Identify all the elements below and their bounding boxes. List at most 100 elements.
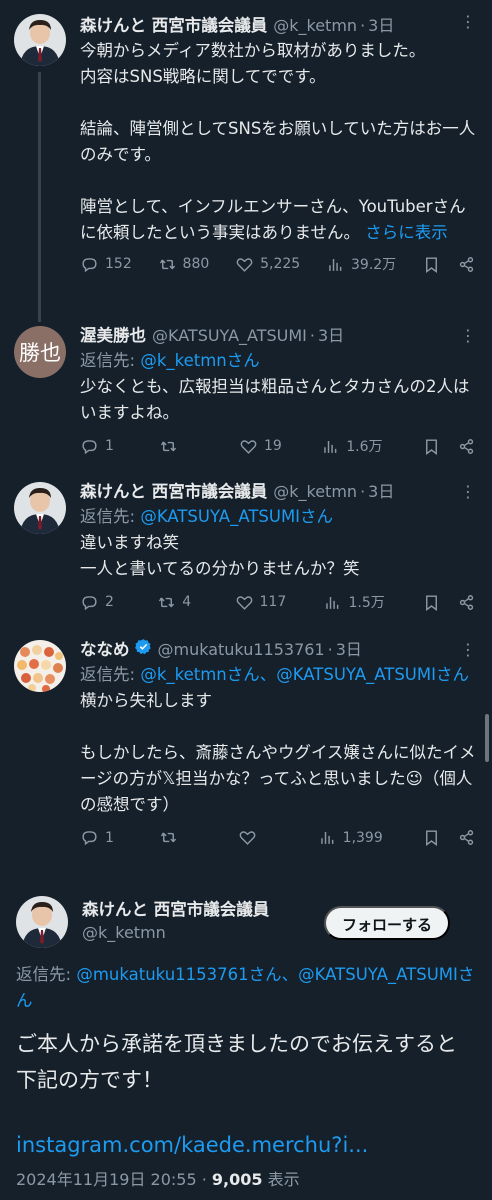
- retweet-count: 4: [182, 594, 192, 610]
- bookmark-icon[interactable]: [422, 828, 441, 847]
- display-name[interactable]: 森けんと 西宮市議会議員: [80, 14, 267, 38]
- views-button[interactable]: 1.6万: [321, 436, 383, 456]
- retweet-icon: [161, 832, 177, 843]
- reply-icon: [82, 831, 97, 846]
- handle[interactable]: @k_ketmn: [273, 480, 357, 504]
- timestamp[interactable]: 3日: [336, 638, 362, 662]
- action-right: [422, 437, 476, 456]
- timestamp[interactable]: 3日: [368, 480, 394, 504]
- views-icon: [326, 596, 339, 609]
- reply-icon: [82, 257, 97, 272]
- tweet[interactable]: 勝也 ⋮ 渥美勝也 @KATSUYA_ATSUMI · 3日 返信先: @k_k…: [0, 316, 492, 474]
- reply-count: 1: [105, 438, 114, 454]
- avatar[interactable]: 勝也: [14, 326, 66, 378]
- like-button[interactable]: 117: [235, 593, 286, 612]
- handle[interactable]: @mukatuku1153761: [158, 638, 325, 662]
- retweet-count: 880: [182, 256, 210, 272]
- tweet-header: 森けんと 西宮市議会議員 @k_ketmn · 3日: [80, 14, 476, 38]
- tweet-text: 違いますね笑 一人と書いてるの分かりませんか？笑: [80, 533, 360, 578]
- views-icon: [320, 831, 334, 844]
- views-count: 1,399: [342, 829, 383, 846]
- more-icon[interactable]: ⋮: [460, 328, 476, 344]
- reply-button[interactable]: 1: [80, 437, 120, 456]
- reply-to-mention[interactable]: @KATSUYA_ATSUMIさん: [140, 507, 333, 526]
- views-icon: [324, 440, 337, 453]
- view-count: 9,005: [211, 1170, 263, 1189]
- follow-button[interactable]: フォローする: [323, 906, 450, 940]
- more-icon[interactable]: ⋮: [460, 642, 476, 658]
- like-icon: [236, 257, 253, 272]
- bookmark-icon[interactable]: [422, 255, 441, 274]
- more-icon[interactable]: ⋮: [460, 484, 476, 500]
- reply-prefix: 返信先:: [16, 965, 77, 984]
- like-button[interactable]: 5,225: [235, 255, 300, 274]
- bookmark-icon[interactable]: [422, 437, 441, 456]
- share-icon[interactable]: [457, 593, 476, 612]
- like-button[interactable]: 19: [239, 437, 282, 456]
- action-right: [422, 828, 476, 847]
- share-icon[interactable]: [457, 828, 476, 847]
- views-button[interactable]: 1.5万: [323, 592, 385, 612]
- avatar[interactable]: [14, 640, 66, 692]
- separator-dot: ·: [360, 16, 366, 35]
- action-bar: 1 1,399: [80, 828, 476, 847]
- like-icon: [240, 439, 257, 454]
- like-count: 5,225: [260, 256, 301, 272]
- display-name[interactable]: ななめ: [80, 638, 130, 662]
- view-label: 表示: [262, 1170, 300, 1189]
- tweet-text: 少なくとも、広報担当は粗品さんとタカさんの2人はいますよね。: [80, 377, 470, 422]
- external-link[interactable]: instagram.com/kaede.merchu?i...: [16, 1130, 476, 1160]
- show-more-link[interactable]: さらに表示: [365, 223, 448, 242]
- timestamp[interactable]: 3日: [368, 14, 394, 38]
- reply-prefix: 返信先:: [80, 507, 141, 526]
- views-button[interactable]: 1,399: [318, 828, 383, 847]
- reply-button[interactable]: 1: [80, 828, 120, 847]
- more-icon[interactable]: ⋮: [460, 14, 476, 30]
- tweet-text: 今朝からメディア数社から取材がありました。 内容はSNS戦略に関してでです。 結…: [80, 38, 476, 246]
- handle[interactable]: @k_ketmn: [273, 14, 357, 38]
- handle[interactable]: @k_ketmn: [82, 922, 269, 944]
- avatar[interactable]: [16, 896, 68, 948]
- reply-count: 2: [105, 594, 114, 610]
- action-bar: 1 19 1.6万: [80, 436, 476, 456]
- avatar[interactable]: [14, 14, 66, 66]
- retweet-button[interactable]: 880: [158, 255, 210, 274]
- reply-to-mention[interactable]: @k_ketmnさん、@KATSUYA_ATSUMIさん: [140, 665, 469, 684]
- like-icon: [240, 831, 256, 845]
- reply-to-mention[interactable]: @k_ketmnさん: [140, 351, 259, 370]
- tweet[interactable]: ⋮ 森けんと 西宮市議会議員 @k_ketmn · 3日 今朝からメディア数社か…: [0, 0, 492, 316]
- post-date[interactable]: 2024年11月19日 20:55: [16, 1170, 197, 1189]
- views-count: 1.5万: [348, 595, 385, 611]
- timestamp[interactable]: 3日: [318, 324, 344, 348]
- reply-button[interactable]: 2: [80, 593, 120, 612]
- retweet-button[interactable]: [159, 437, 199, 456]
- retweet-icon: [159, 597, 175, 607]
- retweet-button[interactable]: 4: [157, 593, 197, 612]
- avatar-text: 勝也: [19, 341, 61, 365]
- action-bar: 152 880 5,225 39.2万: [80, 254, 476, 274]
- bookmark-icon[interactable]: [422, 593, 441, 612]
- scrollbar-thumb[interactable]: [485, 714, 489, 762]
- like-button[interactable]: [238, 828, 278, 847]
- action-right: [422, 593, 476, 612]
- tweet-meta: 2024年11月19日 20:55 · 9,005 表示: [16, 1168, 476, 1192]
- reply-to-mention[interactable]: @mukatuku1153761さん、@KATSUYA_ATSUMIさん: [16, 965, 474, 1010]
- handle[interactable]: @KATSUYA_ATSUMI: [152, 324, 307, 348]
- views-button[interactable]: 39.2万: [326, 254, 396, 274]
- tweet-header: ななめ @mukatuku1153761 · 3日: [80, 638, 476, 662]
- retweet-icon: [161, 441, 177, 451]
- share-icon[interactable]: [457, 437, 476, 456]
- reply-count: 152: [105, 256, 132, 272]
- display-name[interactable]: 渥美勝也: [80, 324, 146, 348]
- tweet[interactable]: ⋮ ななめ @mukatuku1153761 · 3日 返信先: @k_ketm…: [0, 632, 492, 886]
- avatar[interactable]: [14, 482, 66, 534]
- share-icon[interactable]: [457, 255, 476, 274]
- display-name[interactable]: 森けんと 西宮市議会議員: [82, 898, 269, 922]
- retweet-button[interactable]: [159, 828, 199, 847]
- views-count: 1.6万: [346, 439, 383, 455]
- display-name[interactable]: 森けんと 西宮市議会議員: [80, 480, 267, 504]
- reply-to-line: 返信先: @k_ketmnさん: [80, 348, 476, 374]
- tweet[interactable]: ⋮ 森けんと 西宮市議会議員 @k_ketmn · 3日 返信先: @KATSU…: [0, 474, 492, 632]
- tweet-text: 横から失礼します もしかしたら、斎藤さんやウグイス嬢さんに似たイメージの方が𝕏担…: [80, 691, 476, 814]
- reply-button[interactable]: 152: [80, 255, 132, 274]
